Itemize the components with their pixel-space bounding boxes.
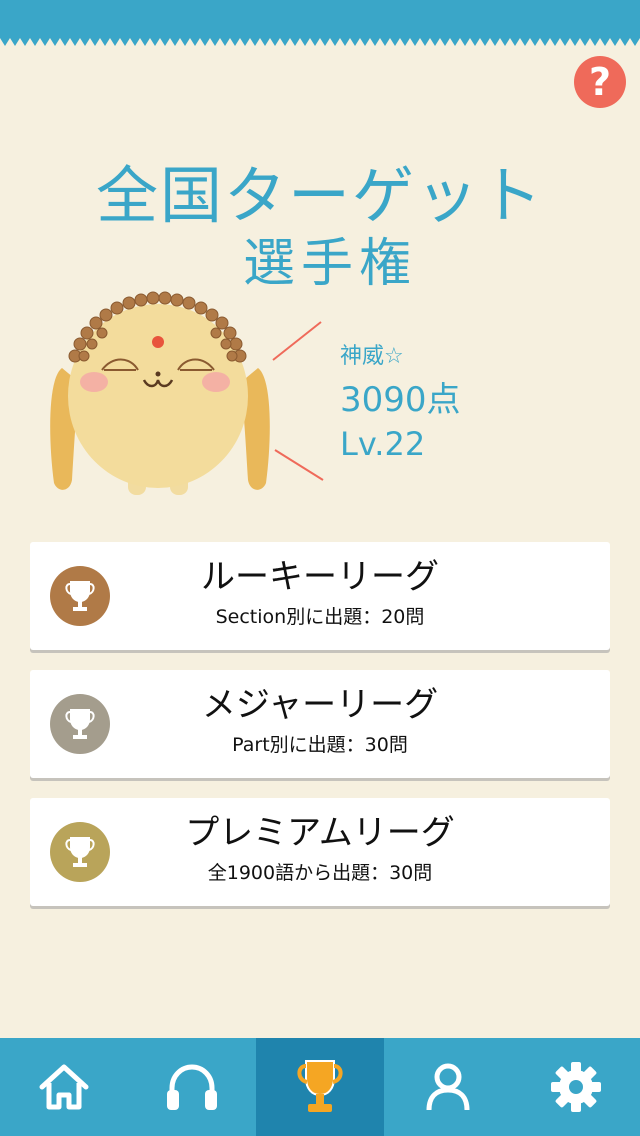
tab-listening[interactable] bbox=[128, 1038, 256, 1136]
help-icon: ? bbox=[588, 60, 612, 104]
score-value: 3090点 bbox=[340, 380, 461, 420]
rank-title: 神威☆ bbox=[340, 344, 404, 369]
title-line-1: 全国ターゲット bbox=[95, 159, 544, 232]
headphones-icon bbox=[167, 1064, 217, 1110]
league-desc: Section別に出題：20問 bbox=[215, 606, 425, 628]
league-desc: 全1900語から出題：30問 bbox=[207, 862, 433, 884]
gear-icon bbox=[551, 1062, 601, 1112]
tab-bar bbox=[0, 1038, 640, 1136]
tab-championship[interactable] bbox=[256, 1038, 384, 1136]
mascot-illustration bbox=[50, 291, 270, 495]
premium-league-button[interactable]: プレミアムリーグ 全1900語から出題：30問 bbox=[30, 798, 610, 906]
league-name: プレミアムリーグ bbox=[185, 813, 455, 853]
user-icon bbox=[426, 1063, 470, 1111]
level-value: Lv.22 bbox=[340, 425, 426, 463]
league-name: ルーキーリーグ bbox=[201, 557, 439, 597]
home-icon bbox=[39, 1064, 89, 1110]
tab-settings[interactable] bbox=[512, 1038, 640, 1136]
title-line-2: 選手権 bbox=[242, 234, 417, 294]
page-title: 全国ターゲット 選手権 bbox=[0, 160, 640, 296]
help-button[interactable]: ? bbox=[574, 56, 626, 108]
top-bar bbox=[0, 0, 640, 46]
league-name: メジャーリーグ bbox=[201, 685, 439, 725]
league-desc: Part別に出題：30問 bbox=[232, 734, 408, 756]
major-league-button[interactable]: メジャーリーグ Part別に出題：30問 bbox=[30, 670, 610, 778]
trophy-icon bbox=[297, 1060, 343, 1112]
user-stats: 神威☆ 3090点 Lv.22 bbox=[340, 340, 461, 466]
tab-home[interactable] bbox=[0, 1038, 128, 1136]
tab-profile[interactable] bbox=[384, 1038, 512, 1136]
rookie-league-button[interactable]: ルーキーリーグ Section別に出題：20問 bbox=[30, 542, 610, 650]
decorative-rays bbox=[272, 321, 324, 481]
